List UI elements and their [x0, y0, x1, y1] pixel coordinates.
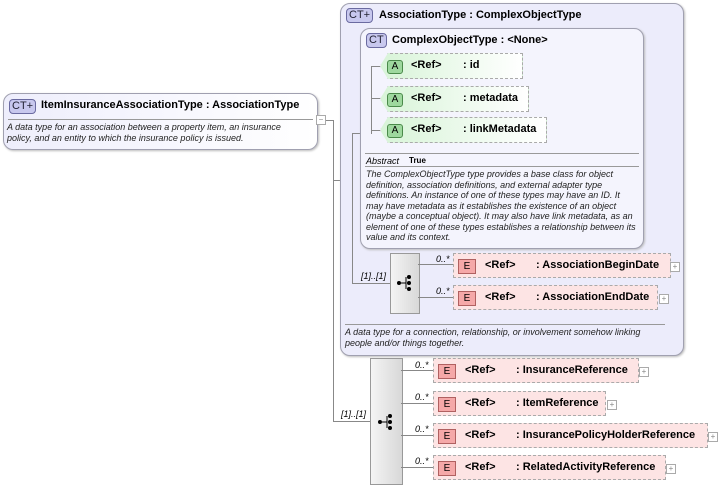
connector [371, 66, 381, 67]
attribute-metadata[interactable]: A <Ref> : metadata [380, 86, 529, 112]
sequence-cardinality: [1]..[1] [341, 409, 367, 419]
connector [401, 467, 433, 468]
element-related-activity-reference[interactable]: E <Ref> : RelatedActivityReference [433, 455, 666, 480]
root-type-box[interactable]: CT+ ItemInsuranceAssociationType : Assoc… [3, 93, 318, 150]
connector [401, 370, 433, 371]
complex-type-title: ComplexObjectType : <None> [392, 34, 548, 46]
attribute-name: : linkMetadata [463, 123, 537, 135]
attribute-name: : metadata [463, 92, 519, 104]
connector [371, 66, 372, 134]
element-association-end-date[interactable]: E <Ref> : AssociationEndDate [453, 285, 658, 310]
element-association-begin-date[interactable]: E <Ref> : AssociationBeginDate [453, 253, 671, 278]
element-icon: E [458, 259, 476, 274]
connector [326, 120, 333, 121]
connector [333, 120, 334, 422]
element-name: : RelatedActivityReference [516, 461, 656, 473]
element-cardinality: 0..* [415, 392, 429, 402]
connector [418, 297, 453, 298]
expand-button[interactable]: + [639, 367, 649, 377]
attribute-name: : id [463, 59, 480, 71]
element-insurance-policy-holder-reference[interactable]: E <Ref> : InsurancePolicyHolderReference [433, 423, 708, 448]
abstract-value: True [409, 156, 426, 165]
divider [345, 324, 665, 325]
attribute-icon: A [387, 93, 403, 107]
sequence-compositor[interactable] [390, 253, 420, 314]
root-description: A data type for an association between a… [7, 122, 281, 143]
element-name: : AssociationBeginDate [536, 259, 660, 271]
association-description: A data type for a connection, relationsh… [345, 327, 641, 348]
complex-type-icon: CT [366, 33, 387, 48]
element-name: : ItemReference [516, 397, 599, 409]
element-cardinality: 0..* [415, 456, 429, 466]
connector [333, 421, 370, 422]
element-ref: <Ref> [485, 291, 516, 303]
expand-button[interactable]: + [666, 464, 676, 474]
sequence-icon [378, 414, 392, 430]
complex-type-extension-icon: CT+ [9, 99, 37, 114]
abstract-label: Abstract [366, 156, 400, 166]
element-ref: <Ref> [465, 364, 496, 376]
element-icon: E [438, 397, 456, 412]
complex-type-extension-icon: CT+ [346, 8, 374, 23]
connector [401, 435, 433, 436]
connector [371, 130, 381, 131]
divider [365, 153, 639, 154]
attribute-icon: A [387, 124, 403, 138]
expand-button[interactable]: + [607, 400, 617, 410]
element-insurance-reference[interactable]: E <Ref> : InsuranceReference [433, 358, 639, 383]
sequence-compositor[interactable] [370, 358, 403, 485]
collapse-button[interactable]: − [316, 115, 326, 125]
element-cardinality: 0..* [415, 360, 429, 370]
sequence-cardinality: [1]..[1] [361, 271, 387, 281]
divider [8, 119, 313, 120]
element-cardinality: 0..* [436, 254, 450, 264]
association-type-title: AssociationType : ComplexObjectType [379, 9, 582, 21]
element-ref: <Ref> [465, 429, 496, 441]
attribute-ref: <Ref> [411, 123, 442, 135]
connector [371, 98, 381, 99]
element-cardinality: 0..* [415, 424, 429, 434]
expand-button[interactable]: + [708, 432, 718, 442]
attribute-ref: <Ref> [411, 92, 442, 104]
connector [352, 283, 390, 284]
attribute-ref: <Ref> [411, 59, 442, 71]
element-name: : AssociationEndDate [536, 291, 650, 303]
element-icon: E [438, 364, 456, 379]
attribute-id[interactable]: A <Ref> : id [380, 53, 523, 79]
root-type-title: ItemInsuranceAssociationType : Associati… [41, 99, 300, 111]
attribute-linkmetadata[interactable]: A <Ref> : linkMetadata [380, 117, 547, 143]
element-icon: E [438, 461, 456, 476]
element-icon: E [458, 291, 476, 306]
divider [365, 166, 639, 167]
expand-button[interactable]: + [659, 294, 669, 304]
sequence-icon [397, 275, 411, 291]
connector [352, 133, 353, 284]
element-cardinality: 0..* [436, 286, 450, 296]
element-name: : InsurancePolicyHolderReference [516, 429, 696, 441]
connector [418, 264, 453, 265]
element-icon: E [438, 429, 456, 444]
complex-description: The ComplexObjectType type provides a ba… [366, 169, 636, 242]
element-item-reference[interactable]: E <Ref> : ItemReference [433, 391, 606, 416]
attribute-icon: A [387, 60, 403, 74]
element-ref: <Ref> [465, 461, 496, 473]
expand-button[interactable]: + [670, 262, 680, 272]
element-name: : InsuranceReference [516, 364, 628, 376]
connector [401, 403, 433, 404]
element-ref: <Ref> [465, 397, 496, 409]
element-ref: <Ref> [485, 259, 516, 271]
